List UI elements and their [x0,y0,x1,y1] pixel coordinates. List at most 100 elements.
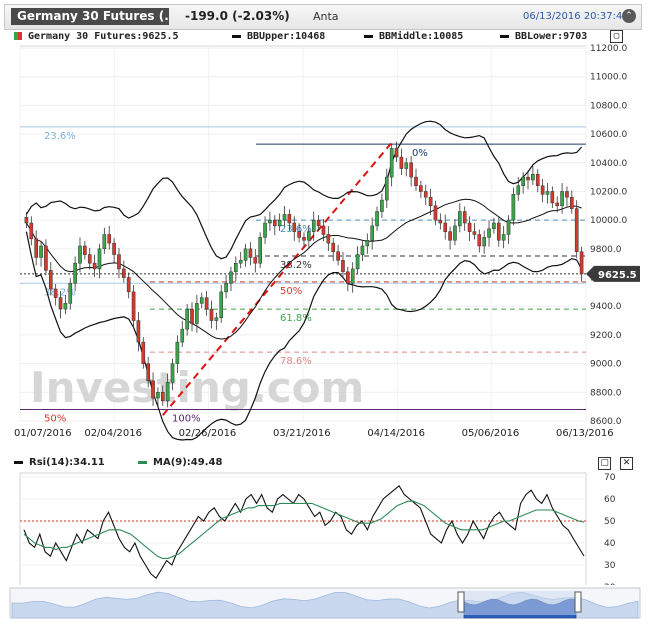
candle-body [380,199,384,212]
price-tick-label: 10200.0 [590,187,627,197]
candle-body [302,237,306,241]
price-tick-label: 9000.0 [590,360,622,370]
candle-body [209,308,214,321]
candle-body [321,225,326,235]
candle-body [190,308,194,324]
candle-body [122,268,126,278]
navigator[interactable] [0,586,650,626]
candle-body [199,297,204,304]
candle-body [195,303,199,324]
date-tick-label: 04/14/2016 [367,428,425,439]
candle-body [526,176,530,181]
candle-body [472,231,477,235]
candle-body [443,222,448,232]
candle-body [63,303,68,310]
price-tick-label: 11200.0 [590,44,627,54]
candle-body [336,251,340,261]
last-price-label: 9625.5 [598,270,637,281]
navigator-right-handle[interactable] [574,591,582,613]
candle-body [214,317,219,321]
candle-body [511,194,516,221]
candle-body [579,251,584,275]
candle-body [29,222,34,240]
candle-body [448,231,452,241]
candle-body [253,257,258,264]
candle-body [550,191,555,204]
candle-body [83,245,87,255]
rsi-axis: 20 30 40 50 60 70 [604,473,616,585]
candle-body [268,219,272,224]
fib-level-label: 78.6% [280,356,312,367]
rsi-chart[interactable]: 20 30 40 50 60 70 [0,455,650,585]
candle-body [156,392,160,399]
price-tick-label: 9400.0 [590,302,622,312]
price-chart[interactable]: Investing.com 0%23.6%38.2%50%61.8%78.6%1… [0,0,650,445]
candle-body [185,308,189,330]
candle-body [574,208,579,252]
price-tick-label: 9800.0 [590,245,622,255]
candle-body [165,382,170,402]
candle-body [126,277,131,293]
last-price-tag: 9625.5 [586,265,640,282]
rsi-tick-label: 20 [604,583,616,585]
candle-body [516,185,521,195]
candle-body [219,291,224,318]
candle-body [234,262,238,273]
candle-body [243,248,248,261]
price-tick-label: 10600.0 [590,130,627,140]
candle-body [311,219,316,232]
candle-body [92,262,97,270]
candle-body [506,219,511,235]
candle-body [458,211,462,227]
candle-body [399,156,404,169]
candle-body [277,219,282,227]
candle-body [263,222,267,238]
date-tick-label: 03/21/2016 [273,428,331,439]
candle-body [360,245,365,255]
fib-left-label: 50% [44,414,66,425]
candle-body [477,234,482,247]
candle-body [224,283,228,293]
candle-body [204,297,209,310]
fib-level-label: 100% [172,414,201,425]
candle-body [282,214,287,221]
candle-body [565,191,569,198]
candle-body [180,328,185,343]
candle-body [107,234,112,244]
candle-body [248,248,253,258]
candle-body [433,205,438,221]
watermark: Investing.com [30,363,364,412]
candle-body [73,262,77,284]
candle-body [355,254,360,270]
candle-body [87,254,92,264]
rsi-tick-label: 40 [604,539,616,549]
candle-body [24,217,29,224]
navigator-selection[interactable] [461,591,578,615]
candle-body [419,185,423,192]
candle-body [384,176,389,201]
candle-body [560,191,564,207]
price-axis: 8600.08800.09000.09200.09400.09600.09800… [590,44,627,427]
candle-body [462,211,467,224]
candle-body [467,222,472,232]
candle-body [331,242,336,252]
candle-body [170,363,175,383]
rsi-tick-label: 60 [604,495,616,505]
candle-body [160,392,165,402]
candle-body [545,191,550,195]
candle-body [492,222,496,230]
candle-body [438,219,443,224]
navigator-left-handle[interactable] [457,591,465,613]
candle-body [521,176,525,186]
fib-level-label: 50% [280,286,302,297]
candle-body [287,214,292,224]
rsi-tick-label: 50 [604,517,616,527]
candle-body [272,219,277,227]
candle-body [428,196,433,207]
candle-body [501,234,506,241]
candle-body [570,196,574,209]
candle-body [136,320,141,343]
candle-body [404,162,409,169]
fib-level-label: 0% [412,148,428,159]
date-axis: 01/07/2016 02/04/2016 02/26/2016 03/21/2016… [14,428,614,439]
